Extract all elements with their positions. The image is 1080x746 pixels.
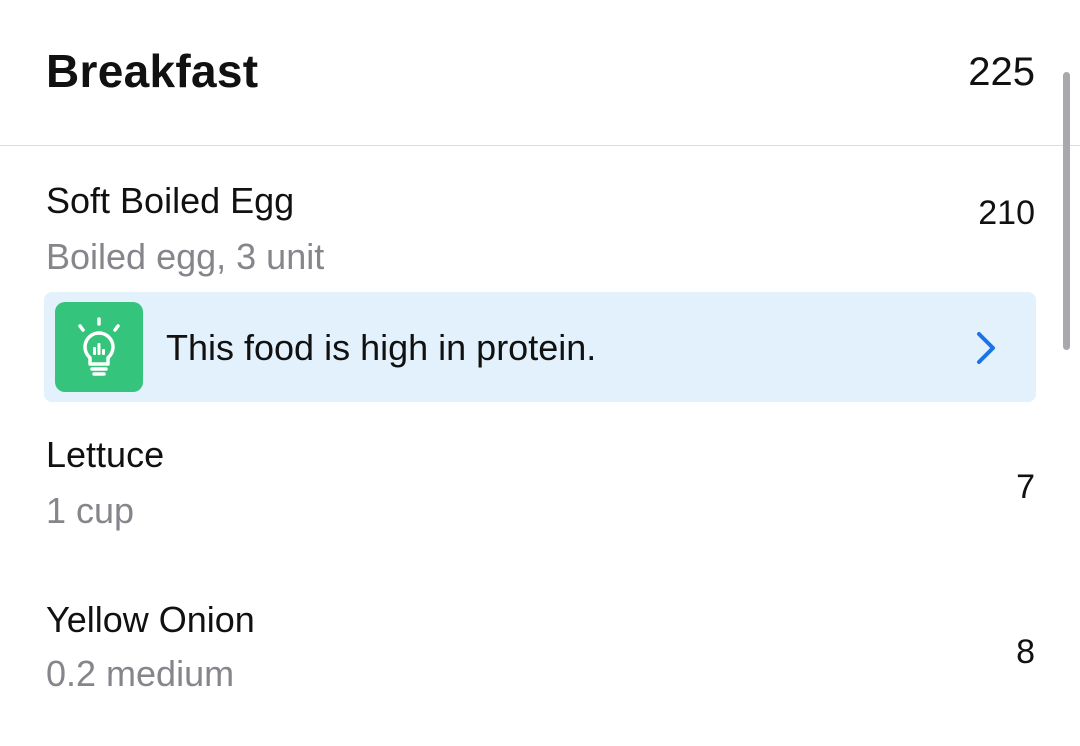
food-calories: 210 [978,194,1035,232]
food-name: Lettuce [46,434,165,475]
meal-title: Breakfast [46,45,259,97]
meal-screen: Breakfast 225 Soft Boiled Egg Boiled egg… [0,0,1080,746]
tip-text: This food is high in protein. [166,327,597,368]
protein-tip-banner[interactable]: This food is high in protein. [44,292,1036,402]
scrollbar[interactable] [1063,72,1070,350]
lightbulb-icon [55,302,143,392]
meal-header: Breakfast 225 [0,0,1080,146]
food-item-lettuce[interactable]: Lettuce 1 cup 7 [0,410,1080,560]
food-serving: 0.2 medium [46,653,235,694]
food-calories: 7 [1016,468,1035,506]
food-name: Yellow Onion [46,599,255,640]
food-serving: 1 cup [46,490,135,531]
meal-total-calories: 225 [968,50,1035,94]
food-calories: 8 [1016,633,1035,671]
food-item-soft-boiled-egg[interactable]: Soft Boiled Egg Boiled egg, 3 unit 210 [0,146,1080,286]
chevron-right-icon[interactable] [974,330,998,366]
food-name: Soft Boiled Egg [46,180,295,221]
food-serving: Boiled egg, 3 unit [46,236,325,277]
food-item-yellow-onion[interactable]: Yellow Onion 0.2 medium 8 [0,575,1080,725]
